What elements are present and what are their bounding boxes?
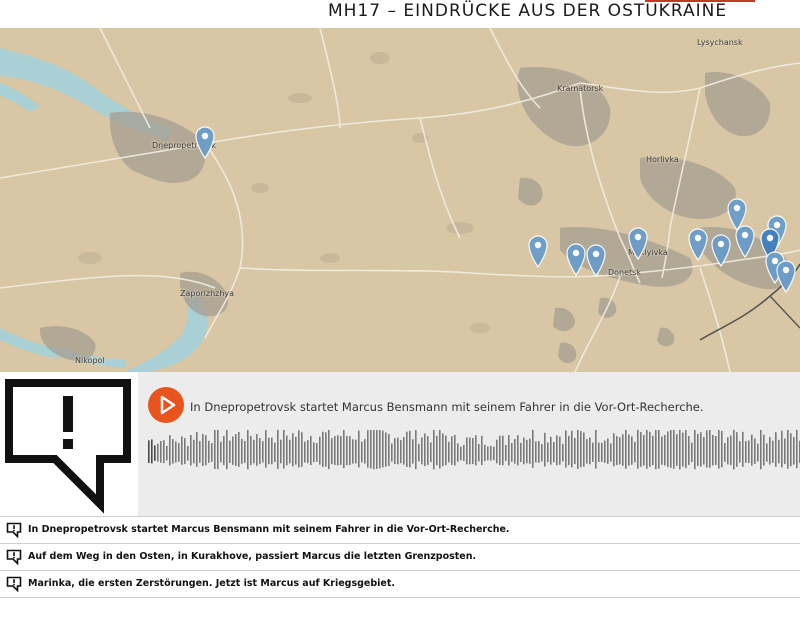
playlist-item-partial[interactable] (0, 597, 800, 624)
logo (0, 372, 138, 516)
playlist-item-label: Marinka, die ersten Zerstörungen. Jetzt … (28, 578, 396, 589)
page-title: MH17 – EINDRÜCKE AUS DER OSTUKRAINE (328, 1, 728, 21)
map-view[interactable]: Lysychansk Kramatorsk Dnepropetrovsk Hor… (0, 28, 800, 372)
city-label-nikopol: Nikopol (75, 356, 105, 365)
page-header: MH17 – EINDRÜCKE AUS DER OSTUKRAINE (0, 0, 800, 28)
speech-bubble-exclamation-icon (5, 379, 131, 514)
map-marker[interactable] (710, 233, 732, 267)
map-marker[interactable] (527, 234, 549, 268)
speech-bubble-exclamation-icon (6, 549, 22, 565)
waveform[interactable] (148, 430, 800, 482)
map-marker-dnepropetrovsk[interactable] (194, 125, 216, 159)
map-marker[interactable] (775, 259, 797, 293)
playlist-item-label: In Dnepropetrovsk startet Marcus Bensman… (28, 524, 510, 535)
playlist-item[interactable]: Marinka, die ersten Zerstörungen. Jetzt … (0, 570, 800, 597)
playlist-item[interactable]: Auf dem Weg in den Osten, in Kurakhove, … (0, 543, 800, 570)
play-button[interactable] (148, 387, 184, 423)
map-marker[interactable] (734, 224, 756, 258)
city-label-kramatorsk: Kramatorsk (557, 84, 604, 93)
audio-player: In Dnepropetrovsk startet Marcus Bensman… (0, 372, 800, 516)
playlist: In Dnepropetrovsk startet Marcus Bensman… (0, 516, 800, 624)
map-marker[interactable] (565, 242, 587, 276)
city-label-lysychansk: Lysychansk (697, 38, 743, 47)
city-label-donetsk: Donetsk (608, 268, 641, 277)
playlist-item[interactable]: In Dnepropetrovsk startet Marcus Bensman… (0, 516, 800, 543)
speech-bubble-exclamation-icon (6, 576, 22, 592)
map-marker[interactable] (627, 226, 649, 260)
map-marker[interactable] (687, 227, 709, 261)
map-base-layer (0, 28, 800, 372)
play-icon (160, 395, 176, 415)
playlist-item-label: Auf dem Weg in den Osten, in Kurakhove, … (28, 551, 477, 562)
speech-bubble-exclamation-icon (6, 522, 22, 538)
city-label-horlivka: Horlivka (646, 155, 679, 164)
map-marker[interactable] (585, 243, 607, 277)
now-playing-title: In Dnepropetrovsk startet Marcus Bensman… (190, 400, 704, 414)
city-label-zaporizhzhya: Zaporizhzhya (180, 289, 235, 298)
